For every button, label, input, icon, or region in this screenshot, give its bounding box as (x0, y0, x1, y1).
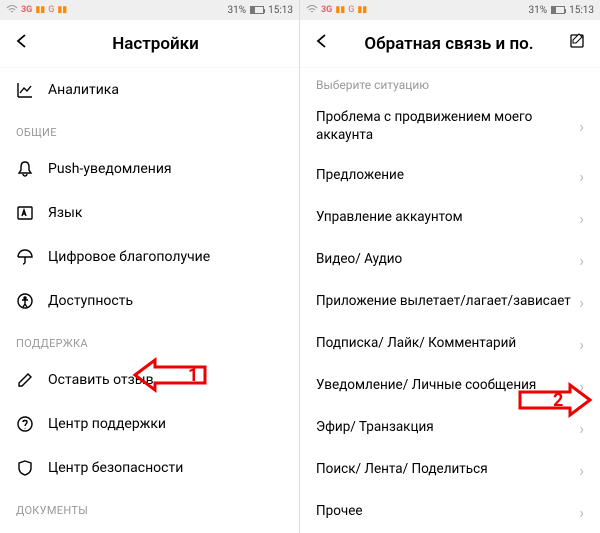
row-accessibility[interactable]: Доступность (0, 279, 299, 323)
wifi-icon (6, 4, 18, 17)
section-general: ОБЩИЕ (0, 112, 299, 147)
annotation-number-2: 2 (553, 390, 563, 411)
feedback-screen: 3G ▮▮ G ▮▮ 31% 15:13 Обратная связь и по… (300, 0, 600, 533)
annotation-number-1: 1 (188, 365, 198, 386)
row-label: Центр безопасности (48, 460, 283, 476)
option-label: Видео/ Аудио (316, 251, 579, 269)
network-g-label: G (48, 5, 54, 15)
section-support: ПОДДЕРЖКА (0, 323, 299, 358)
battery-pct: 31% (228, 5, 247, 16)
shield-icon (16, 459, 34, 477)
status-bar: 3G ▮▮ G ▮▮ 31% 15:13 (300, 0, 600, 20)
annotation-arrow-2: 2 (515, 380, 595, 420)
option-label: Проблема с продвижением моего аккаунта (316, 109, 579, 144)
help-icon (16, 415, 34, 433)
battery-pct: 31% (529, 5, 548, 16)
edit-button[interactable] (566, 32, 588, 55)
annotation-arrow-1: 1 (130, 355, 210, 395)
network-3g-label: 3G (21, 5, 32, 15)
accessibility-icon (16, 292, 34, 310)
option-label: Прочее (316, 503, 579, 521)
row-language[interactable]: Язык (0, 191, 299, 235)
signal-icon-1: ▮▮ (35, 5, 45, 15)
status-bar: 3G ▮▮ G ▮▮ 31% 15:13 (0, 0, 299, 20)
settings-screen: 3G ▮▮ G ▮▮ 31% 15:13 Настройки Аналитика (0, 0, 300, 533)
row-digital-wellbeing[interactable]: Цифровое благополучие (0, 235, 299, 279)
choose-situation-label: Выберите ситуацию (300, 68, 600, 98)
header: Обратная связь и по. (300, 20, 600, 68)
status-time: 15:13 (569, 5, 594, 16)
chevron-right-icon: › (579, 117, 584, 136)
battery-icon (250, 6, 264, 14)
option-search-feed-share[interactable]: Поиск/ Лента/ Поделиться › (300, 449, 600, 491)
row-label: Язык (48, 205, 283, 221)
signal-icon-1: ▮▮ (335, 5, 345, 15)
option-suggestion[interactable]: Предложение › (300, 155, 600, 197)
umbrella-icon (16, 248, 34, 266)
option-subscribe-like[interactable]: Подписка/ Лайк/ Комментарий › (300, 323, 600, 365)
chevron-right-icon: › (579, 251, 584, 270)
signal-icon-2: ▮▮ (57, 5, 67, 15)
page-title: Обратная связь и по. (344, 34, 554, 54)
network-3g-label: 3G (321, 5, 332, 15)
back-button[interactable] (312, 31, 332, 56)
network-g-label: G (348, 5, 354, 15)
chevron-right-icon: › (579, 209, 584, 228)
header: Настройки (0, 20, 299, 68)
section-docs: ДОКУМЕНТЫ (0, 490, 299, 525)
wifi-icon (306, 4, 318, 17)
option-label: Приложение вылетает/лагает/зависает (316, 293, 579, 311)
status-time: 15:13 (268, 5, 293, 16)
row-label: Центр поддержки (48, 416, 283, 432)
row-analytics[interactable]: Аналитика (0, 68, 299, 112)
row-label: Push-уведомления (48, 161, 283, 177)
language-icon (16, 204, 34, 222)
row-safety-center[interactable]: Центр безопасности (0, 446, 299, 490)
option-label: Эфир/ Транзакция (316, 419, 579, 437)
analytics-icon (16, 81, 34, 99)
option-app-crash[interactable]: Приложение вылетает/лагает/зависает › (300, 281, 600, 323)
signal-icon-2: ▮▮ (357, 5, 367, 15)
option-other[interactable]: Прочее › (300, 491, 600, 533)
chevron-right-icon: › (579, 335, 584, 354)
row-label: Цифровое благополучие (48, 249, 283, 265)
row-label: Аналитика (48, 82, 283, 98)
chevron-right-icon: › (579, 503, 584, 522)
option-label: Подписка/ Лайк/ Комментарий (316, 335, 579, 353)
option-account-management[interactable]: Управление аккаунтом › (300, 197, 600, 239)
page-title: Настройки (44, 34, 267, 54)
row-help-center[interactable]: Центр поддержки (0, 402, 299, 446)
option-label: Управление аккаунтом (316, 209, 579, 227)
chevron-right-icon: › (579, 419, 584, 438)
bell-icon (16, 160, 34, 178)
option-label: Поиск/ Лента/ Поделиться (316, 461, 579, 479)
pencil-icon (16, 371, 34, 389)
option-video-audio[interactable]: Видео/ Аудио › (300, 239, 600, 281)
option-promotion-problem[interactable]: Проблема с продвижением моего аккаунта › (300, 98, 600, 155)
chevron-right-icon: › (579, 293, 584, 312)
back-button[interactable] (12, 31, 32, 56)
row-push[interactable]: Push-уведомления (0, 147, 299, 191)
chevron-right-icon: › (579, 167, 584, 186)
chevron-right-icon: › (579, 461, 584, 480)
option-label: Предложение (316, 167, 579, 185)
row-label: Доступность (48, 293, 283, 309)
battery-icon (551, 6, 565, 14)
